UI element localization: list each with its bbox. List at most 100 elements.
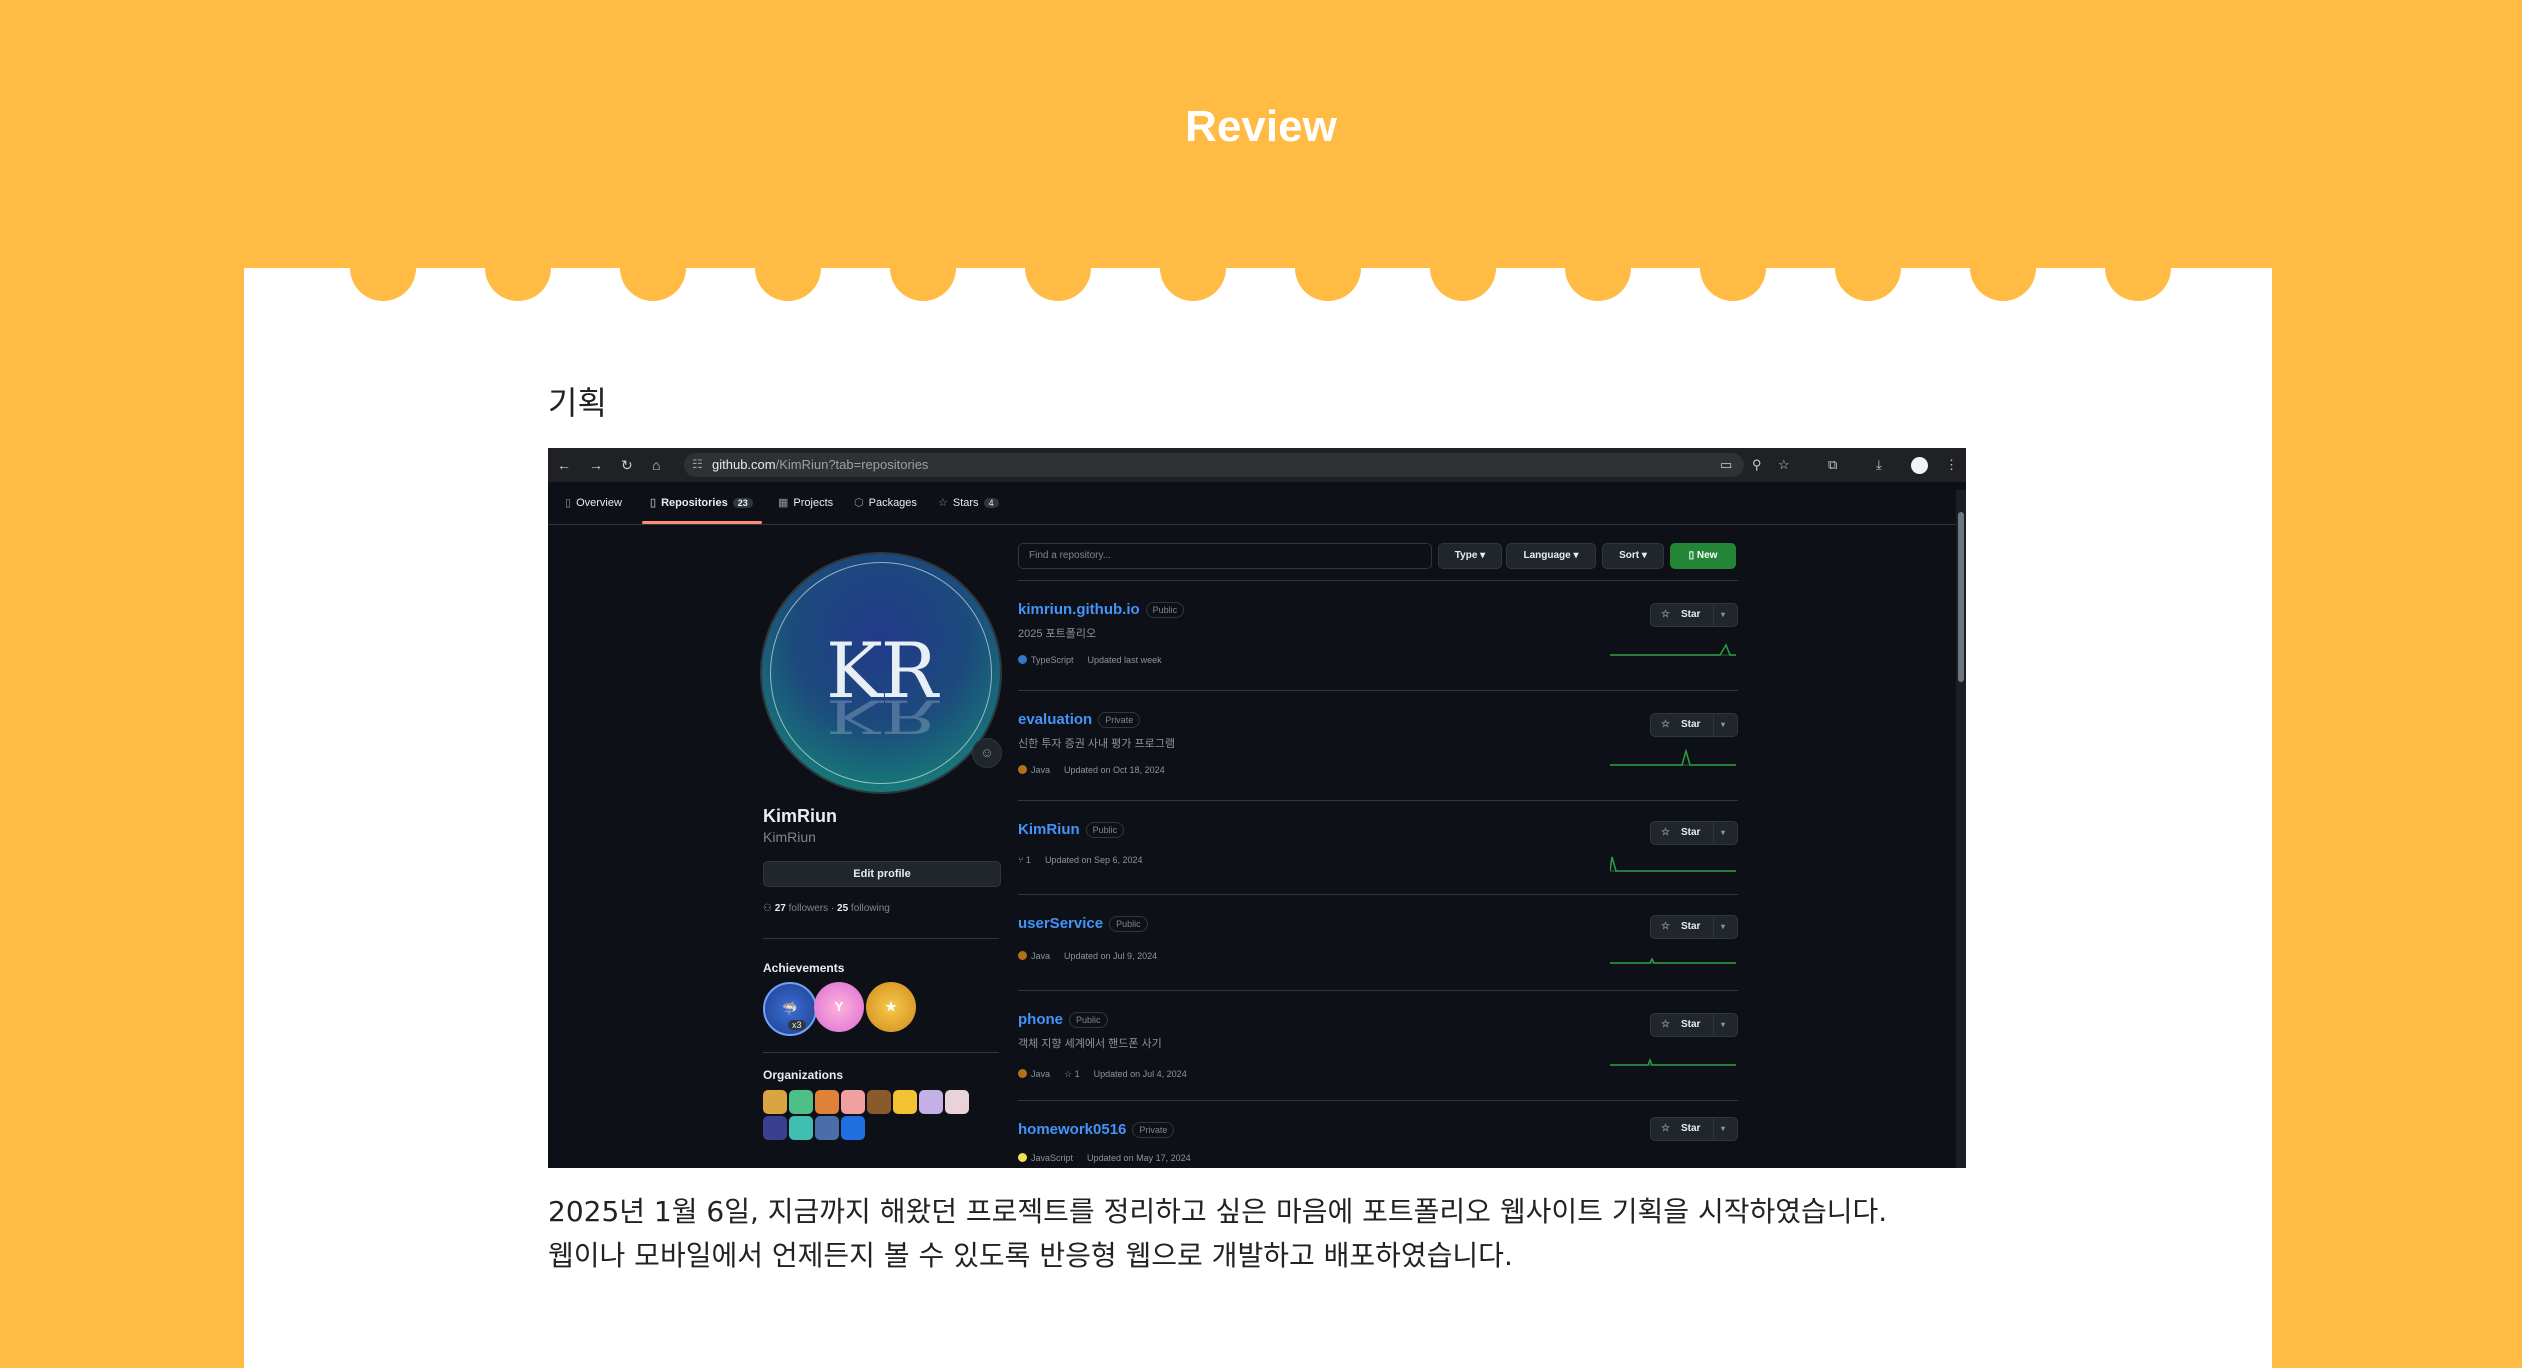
repo-updated: Updated on Sep 6, 2024 xyxy=(1044,855,1143,865)
star-icon: ☆ xyxy=(1661,921,1670,932)
edit-profile-button[interactable]: Edit profile xyxy=(763,861,1001,887)
star-button[interactable]: ☆ Star ▾ xyxy=(1650,915,1738,939)
follow-stats: ⚇ 27 followers · 25 following xyxy=(763,903,890,914)
reload-icon[interactable]: ↻ xyxy=(621,457,633,474)
tab-repositories[interactable]: ▯ Repositories 23 xyxy=(650,496,753,509)
organizations-heading: Organizations xyxy=(763,1068,844,1082)
activity-sparkline xyxy=(1610,856,1736,872)
repo-updated: Updated on Oct 18, 2024 xyxy=(1064,765,1165,775)
site-info-icon[interactable]: ☷ xyxy=(692,457,703,471)
description-line-2: 웹이나 모바일에서 언제든지 볼 수 있도록 반응형 웹으로 개발하고 배포하였… xyxy=(548,1239,1513,1272)
language-color-dot xyxy=(1018,1069,1027,1078)
org-avatar[interactable] xyxy=(789,1116,813,1140)
repo-description: 객체 지향 세계에서 핸드폰 사기 xyxy=(1018,1038,1162,1050)
repo-language: TypeScript xyxy=(1031,655,1074,665)
profile-icon[interactable] xyxy=(1911,457,1928,474)
avatar[interactable]: KR KR xyxy=(762,554,1000,792)
repo-name-link[interactable]: userService xyxy=(1018,915,1103,932)
org-avatar[interactable] xyxy=(945,1090,969,1114)
active-tab-underline xyxy=(642,521,762,524)
type-filter-dropdown[interactable]: Type ▾ xyxy=(1438,543,1502,569)
table-icon: ▦ xyxy=(778,497,789,509)
repo-name-link[interactable]: phone xyxy=(1018,1011,1063,1028)
org-avatar[interactable] xyxy=(841,1090,865,1114)
kebab-menu-icon[interactable]: ⋮ xyxy=(1945,457,1958,473)
tab-overview[interactable]: ▯ Overview xyxy=(565,496,622,509)
following-link[interactable]: following xyxy=(851,903,890,914)
repo-name-link[interactable]: KimRiun xyxy=(1018,821,1080,838)
repo-row: KimRiun Public ⑂ 1 Updated on Sep 6, 2024 … xyxy=(1018,800,1738,895)
tab-packages[interactable]: ⬡ Packages xyxy=(854,496,917,509)
chevron-down-icon[interactable]: ▾ xyxy=(1721,822,1725,844)
org-avatar[interactable] xyxy=(815,1090,839,1114)
org-avatar[interactable] xyxy=(841,1116,865,1140)
org-avatar[interactable] xyxy=(815,1116,839,1140)
org-avatar[interactable] xyxy=(867,1090,891,1114)
star-button[interactable]: ☆ Star ▾ xyxy=(1650,603,1738,627)
download-icon[interactable]: ⤓ xyxy=(1876,457,1882,473)
repo-row: kimriun.github.io Public 2025 포트폴리오 TypeS… xyxy=(1018,580,1738,681)
achievement-badge-quickdraw[interactable]: ★ xyxy=(866,982,916,1032)
package-icon: ⬡ xyxy=(854,497,864,509)
repo-language: Java xyxy=(1031,765,1051,775)
extensions-icon[interactable]: ⧉ xyxy=(1828,457,1837,473)
followers-link[interactable]: followers xyxy=(789,903,828,914)
set-status-icon[interactable]: ☺ xyxy=(972,738,1002,768)
repo-updated: Updated on May 17, 2024 xyxy=(1087,1153,1191,1163)
repo-description: 2025 포트폴리오 xyxy=(1018,628,1097,640)
org-avatar[interactable] xyxy=(789,1090,813,1114)
star-icon: ☆ xyxy=(938,497,948,509)
repo-updated: Updated on Jul 9, 2024 xyxy=(1064,951,1158,961)
chevron-down-icon[interactable]: ▾ xyxy=(1721,714,1725,736)
new-repo-button[interactable]: ▯ New xyxy=(1670,543,1736,569)
activity-sparkline xyxy=(1610,748,1736,766)
bookmark-star-icon[interactable]: ☆ xyxy=(1778,457,1790,473)
achievement-badge-yolo[interactable]: Y xyxy=(814,982,864,1032)
achievement-multiplier: x3 xyxy=(788,1020,806,1030)
star-button[interactable]: ☆ Star ▾ xyxy=(1650,1117,1738,1141)
sort-dropdown[interactable]: Sort ▾ xyxy=(1602,543,1664,569)
forward-arrow-icon[interactable]: → xyxy=(589,457,603,473)
visibility-badge: Private xyxy=(1098,712,1141,729)
page-title: Review xyxy=(1185,102,1337,151)
org-avatar[interactable] xyxy=(763,1090,787,1114)
repo-name-link[interactable]: homework0516 xyxy=(1018,1121,1126,1138)
home-icon[interactable]: ⌂ xyxy=(652,457,660,473)
chevron-down-icon[interactable]: ▾ xyxy=(1721,604,1725,626)
org-avatar[interactable] xyxy=(919,1090,943,1114)
star-icon: ☆ xyxy=(1661,827,1670,838)
profile-login: KimRiun xyxy=(763,829,816,845)
avatar-logo-reflection: KR xyxy=(826,689,936,744)
sidebar-divider xyxy=(763,1052,999,1053)
tab-projects[interactable]: ▦ Projects xyxy=(778,496,833,509)
repo-row: evaluation Private 신한 투자 증권 사내 평가 프로그램 Ja… xyxy=(1018,690,1738,791)
repo-language: Java xyxy=(1031,951,1051,961)
star-button[interactable]: ☆ Star ▾ xyxy=(1650,821,1738,845)
scroll-thumb[interactable] xyxy=(1958,512,1964,682)
org-avatar[interactable] xyxy=(763,1116,787,1140)
star-icon: ☆ xyxy=(1661,719,1670,730)
address-bar[interactable]: ☷ github.com/KimRiun?tab=repositories xyxy=(684,453,1744,477)
cast-icon[interactable]: ▭ xyxy=(1720,457,1732,473)
chevron-down-icon[interactable]: ▾ xyxy=(1721,1014,1725,1036)
back-arrow-icon[interactable]: ← xyxy=(557,457,571,473)
language-filter-dropdown[interactable]: Language ▾ xyxy=(1506,543,1596,569)
repo-name-link[interactable]: evaluation xyxy=(1018,711,1092,728)
chevron-down-icon[interactable]: ▾ xyxy=(1721,1118,1725,1140)
book-icon: ▯ xyxy=(565,497,572,509)
star-button[interactable]: ☆ Star ▾ xyxy=(1650,1013,1738,1037)
repo-description: 신한 투자 증권 사내 평가 프로그램 xyxy=(1018,738,1175,750)
org-avatar[interactable] xyxy=(893,1090,917,1114)
fork-count: 1 xyxy=(1025,855,1031,865)
repo-search-input[interactable]: Find a repository... xyxy=(1018,543,1432,569)
stars-count-badge: 4 xyxy=(983,498,999,508)
zoom-icon[interactable]: ⚲ xyxy=(1752,457,1762,473)
chevron-down-icon[interactable]: ▾ xyxy=(1721,916,1725,938)
repo-name-link[interactable]: kimriun.github.io xyxy=(1018,601,1140,618)
repo-row: homework0516 Private JavaScript Updated on… xyxy=(1018,1100,1738,1168)
star-button[interactable]: ☆ Star ▾ xyxy=(1650,713,1738,737)
repo-updated: Updated last week xyxy=(1087,655,1162,665)
tab-stars[interactable]: ☆ Stars 4 xyxy=(938,496,999,509)
star-count: 1 xyxy=(1074,1069,1080,1079)
url-domain: github.com xyxy=(712,457,776,472)
